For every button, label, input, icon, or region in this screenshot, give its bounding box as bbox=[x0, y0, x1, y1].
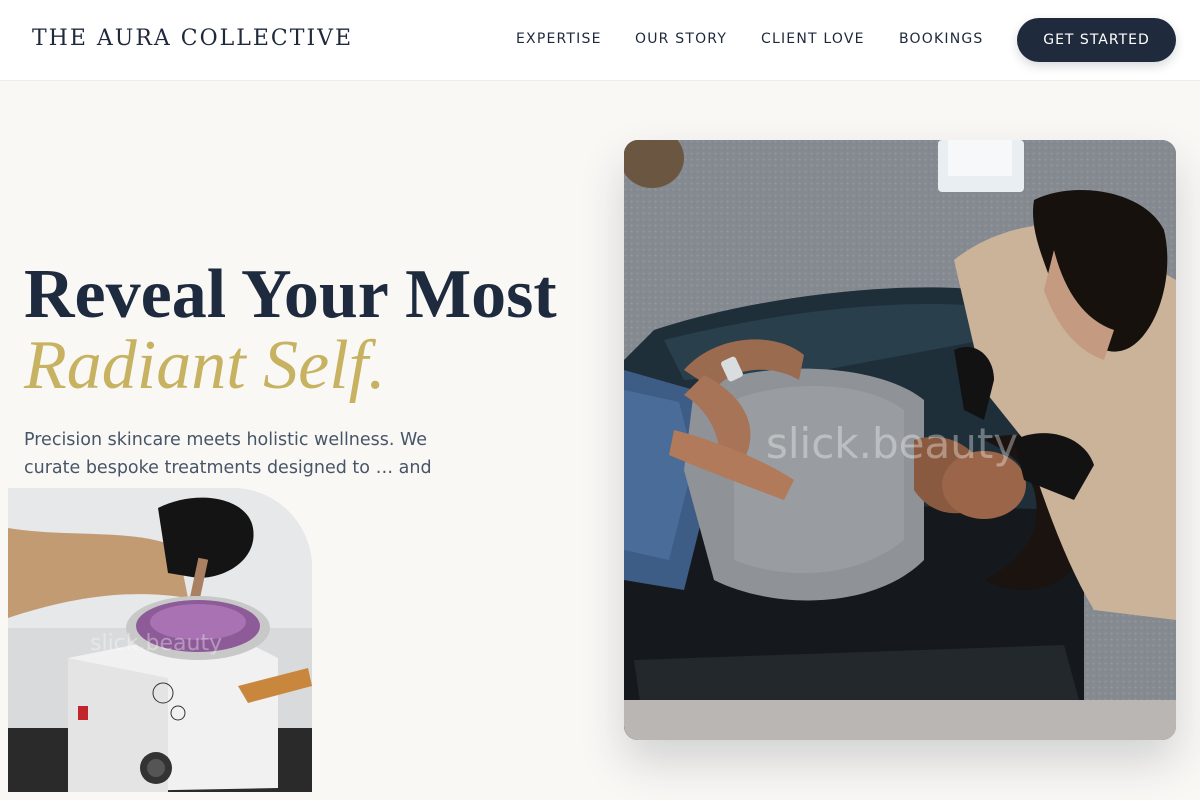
main-image-watermark: slick.beauty bbox=[766, 419, 1018, 468]
nav-link-bookings[interactable]: BOOKINGS bbox=[899, 31, 984, 47]
site-header: THE AURA COLLECTIVE EXPERTISE OUR STORY … bbox=[0, 0, 1200, 81]
hero-treatment-image: slick.beauty bbox=[624, 140, 1176, 740]
nav-link-expertise[interactable]: EXPERTISE bbox=[516, 31, 602, 47]
secondary-image-watermark: slick.beauty bbox=[90, 631, 222, 656]
hero-headline-line1: Reveal Your Most bbox=[24, 256, 557, 333]
get-started-button[interactable]: GET STARTED bbox=[1017, 18, 1176, 62]
hero-headline-line2: Radiant Self. bbox=[24, 327, 386, 404]
wax-treatment-image: slick.beauty bbox=[8, 488, 312, 792]
nav-link-client-love[interactable]: CLIENT LOVE bbox=[761, 31, 865, 47]
nav-link-our-story[interactable]: OUR STORY bbox=[635, 31, 727, 47]
